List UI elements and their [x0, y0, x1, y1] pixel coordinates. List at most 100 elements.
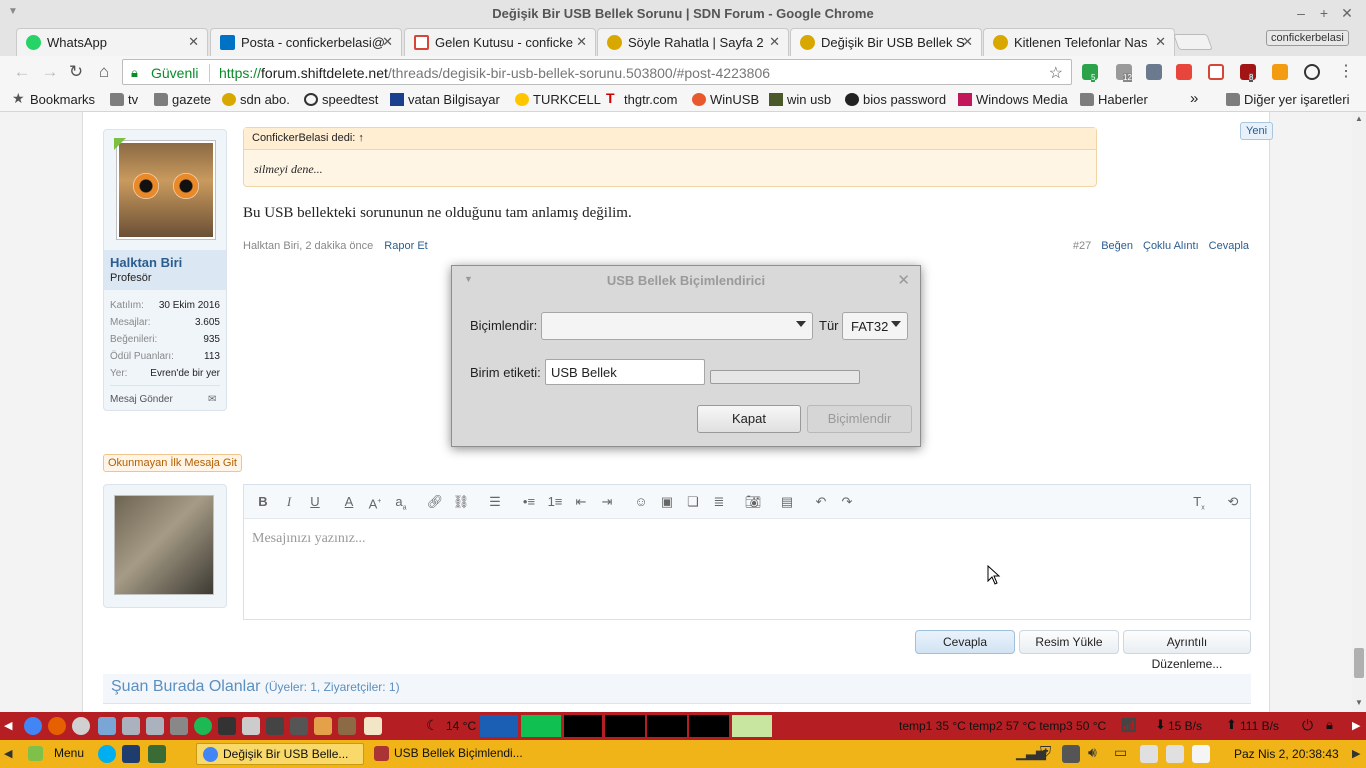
home-icon[interactable]: ⌂ — [94, 62, 114, 82]
smiley-icon[interactable]: ☺ — [632, 493, 650, 511]
message-placeholder[interactable]: Mesajınızı yazınız... — [252, 531, 366, 547]
lock-screen-icon[interactable]: 🔒︎ — [1326, 717, 1333, 733]
tab-gmail[interactable]: Gelen Kutusu - conficke ✕ — [404, 28, 596, 56]
volume-icon[interactable]: 🔊︎ — [1088, 744, 1097, 761]
bookmark-thgtr[interactable]: Tthgtr.com — [606, 90, 677, 107]
send-message-link[interactable]: Mesaj Gönder — [110, 394, 173, 405]
outdent-icon[interactable]: ⇤ — [572, 493, 590, 511]
camera-icon[interactable]: 📷︎ — [744, 493, 762, 511]
tab-close-icon[interactable]: ✕ — [769, 34, 780, 50]
panel-right-arrow-icon[interactable]: ▶ — [1352, 719, 1360, 732]
new-tab-button[interactable] — [1173, 34, 1213, 50]
bookmarks-star[interactable]: ★ Bookmarks — [12, 90, 95, 107]
scroll-up-icon[interactable]: ▲ — [1355, 114, 1363, 123]
bookmark-folder-other[interactable]: Diğer yer işaretleri — [1226, 92, 1349, 107]
url-text[interactable]: https://forum.shiftdelete.net/threads/de… — [219, 65, 770, 81]
tab-close-icon[interactable]: ✕ — [1155, 34, 1166, 50]
memory-graph[interactable] — [521, 715, 561, 737]
flag-indicator-icon[interactable] — [732, 715, 772, 737]
terminal-launcher-icon[interactable] — [218, 717, 236, 735]
usb-launcher-icon[interactable] — [122, 717, 140, 735]
chrome-menu-icon[interactable]: ⋮ — [1336, 62, 1356, 82]
media-player-launcher-icon[interactable] — [266, 717, 284, 735]
panel-left-arrow-icon[interactable]: ◀ — [4, 747, 12, 760]
panel-left-arrow-icon[interactable]: ◀ — [4, 719, 12, 732]
stat-value[interactable]: 113 — [204, 351, 220, 362]
disk-graph[interactable] — [647, 715, 687, 737]
load-graph[interactable] — [689, 715, 729, 737]
weather-temp[interactable]: 14 °C — [446, 719, 476, 733]
close-window-icon[interactable]: ✕ — [1338, 4, 1356, 22]
spotify-launcher-icon[interactable] — [194, 717, 212, 735]
bookmark-winusb[interactable]: WinUSB — [692, 92, 759, 107]
maximize-icon[interactable]: + — [1315, 4, 1333, 22]
bookmark-sdn[interactable]: sdn abo. — [222, 92, 290, 107]
user-avatar[interactable] — [116, 140, 216, 240]
undo-icon[interactable]: ↶ — [812, 493, 830, 511]
bookmark-vatan[interactable]: vatan Bilgisayar — [390, 92, 500, 107]
clock[interactable]: Paz Nis 2, 20:38:43 — [1234, 747, 1339, 761]
advanced-edit-button[interactable]: Ayrıntılı Düzenleme... — [1123, 630, 1251, 671]
firefox-launcher-icon[interactable] — [48, 717, 66, 735]
tab-close-icon[interactable]: ✕ — [382, 34, 393, 50]
taskbar-item-chrome[interactable]: Değişik Bir USB Belle... — [196, 743, 364, 765]
panel-right-arrow-icon[interactable]: ▶ — [1352, 747, 1360, 760]
back-icon[interactable]: ← — [12, 62, 32, 82]
gmail-extension-icon[interactable] — [1208, 64, 1224, 80]
tab-soyle-rahatla[interactable]: Söyle Rahatla | Sayfa 2 ✕ — [597, 28, 789, 56]
skype-icon[interactable] — [98, 745, 116, 763]
filesystem-select[interactable]: FAT32 — [842, 312, 908, 340]
bookmark-windows-media[interactable]: Windows Media — [958, 92, 1068, 107]
tab-outlook[interactable]: Posta - confickerbelasi@ ✕ — [210, 28, 402, 56]
close-button[interactable]: Kapat — [697, 405, 801, 433]
reload-icon[interactable]: ↻ — [66, 62, 86, 82]
power-icon[interactable]: ⏻ — [1302, 717, 1313, 734]
extension-badge-5[interactable]: 5 — [1082, 64, 1098, 82]
post-number[interactable]: #27 — [1073, 240, 1091, 252]
online-now-title[interactable]: Şuan Burada Olanlar (Üyeler: 1, Ziyaretç… — [111, 678, 400, 696]
plus-extension-icon[interactable] — [1176, 64, 1192, 80]
video-editor-launcher-icon[interactable] — [290, 717, 308, 735]
clipboard-tray-icon[interactable] — [1140, 745, 1158, 763]
forward-icon[interactable]: → — [40, 62, 60, 82]
equalizer-extension-icon[interactable] — [1146, 64, 1162, 80]
stat-value[interactable]: 3.605 — [195, 317, 220, 328]
workspace-icon[interactable] — [122, 745, 140, 763]
font-family-icon[interactable]: aa — [392, 493, 410, 512]
bullet-list-icon[interactable]: •≡ — [520, 493, 538, 511]
upload-image-button[interactable]: Resim Yükle — [1019, 630, 1119, 654]
wifi-icon[interactable]: 📶︎ — [1120, 717, 1138, 734]
menu-button[interactable]: Menu — [22, 743, 84, 765]
tab-whatsapp[interactable]: WhatsApp ✕ — [16, 28, 208, 56]
shield-icon[interactable]: ⛨ — [1040, 744, 1051, 761]
notifications-tray-icon[interactable] — [1192, 745, 1210, 763]
tab-close-icon[interactable]: ✕ — [576, 34, 587, 50]
image-icon[interactable]: ▣ — [658, 493, 676, 511]
window-titlebar[interactable]: ▼ Değişik Bir USB Bellek Sorunu | SDN Fo… — [0, 0, 1366, 28]
taskbar-item-usb-formatter[interactable]: USB Bellek Biçimlendi... — [368, 743, 536, 765]
multi-quote-link[interactable]: Çoklu Alıntı — [1143, 240, 1199, 252]
vm-launcher-icon[interactable] — [242, 717, 260, 735]
address-bar[interactable]: 🔒︎ Güvenli https://forum.shiftdelete.net… — [122, 59, 1072, 85]
report-link[interactable]: Rapor Et — [384, 240, 427, 252]
page-scrollbar[interactable]: ▲ ▼ — [1352, 112, 1366, 712]
font-size-icon[interactable]: A+ — [366, 493, 384, 511]
chrome-launcher-icon[interactable] — [24, 717, 42, 735]
profile-button[interactable]: confickerbelasi — [1266, 30, 1349, 46]
save-draft-icon[interactable]: ▤ — [778, 493, 796, 511]
tab-kitlenen-telefonlar[interactable]: Kitlenen Telefonlar Nas ✕ — [983, 28, 1175, 56]
notes-tray-icon[interactable] — [1166, 745, 1184, 763]
tab-close-icon[interactable]: ✕ — [188, 34, 199, 50]
indent-icon[interactable]: ⇥ — [598, 493, 616, 511]
unread-first-link[interactable]: Okunmayan İlk Mesaja Git — [103, 454, 242, 472]
underline-icon[interactable]: U — [306, 493, 324, 511]
bookmark-folder-tv[interactable]: tv — [110, 92, 138, 107]
format-button[interactable]: Biçimlendir — [807, 405, 912, 433]
speedtest-extension-icon[interactable] — [1304, 64, 1320, 80]
bookmark-folder-gazete[interactable]: gazete — [154, 92, 211, 107]
bold-icon[interactable]: B — [254, 493, 272, 511]
bookmark-star-icon[interactable]: ☆ — [1049, 63, 1063, 83]
tab-degisik-usb[interactable]: Değişik Bir USB Bellek S ✕ — [790, 28, 982, 56]
bookmark-win-usb[interactable]: win usb — [769, 92, 831, 107]
post-author-date[interactable]: Halktan Biri, 2 dakika önce — [243, 240, 373, 252]
